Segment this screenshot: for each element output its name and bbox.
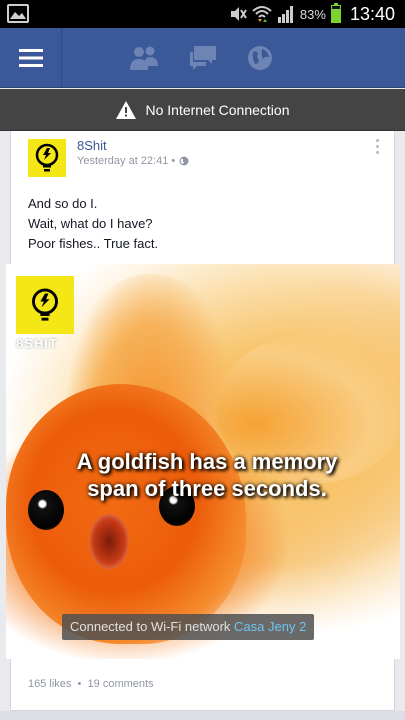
feed-bottom-edge	[0, 711, 405, 720]
wifi-toast: Connected to Wi-Fi network Casa Jeny 2	[62, 614, 315, 640]
story-stats[interactable]: 165 likes • 19 comments	[28, 678, 154, 690]
photo-logo-text: 8SHIT	[16, 336, 58, 351]
friend-requests-icon[interactable]	[128, 44, 160, 72]
lightbulb-logo-icon	[35, 143, 59, 172]
notifications-globe-icon[interactable]	[246, 44, 274, 72]
toast-network-name: Casa Jeny 2	[234, 619, 307, 634]
post-message: And so do I. Wait, what do I have? Poor …	[28, 194, 158, 254]
comments-count: 19 comments	[87, 678, 154, 690]
public-globe-icon	[179, 156, 189, 166]
photo-logo	[16, 276, 74, 334]
lightbulb-logo-icon	[32, 288, 58, 321]
page-avatar[interactable]	[28, 139, 66, 177]
status-bar: 83% 13:40	[0, 0, 405, 28]
menu-button[interactable]	[0, 28, 62, 88]
dot-icon	[376, 151, 379, 154]
mute-icon	[230, 7, 247, 21]
post-line: And so do I.	[28, 196, 98, 211]
post-line: Wait, what do I have?	[28, 216, 153, 231]
offline-text: No Internet Connection	[145, 101, 290, 118]
timestamp-text: Yesterday at 22:41 •	[77, 155, 176, 167]
caption-line: span of three seconds.	[87, 476, 327, 501]
clock: 13:40	[349, 3, 395, 24]
post-photo[interactable]: 8SHIT A goldfish has a memory span of th…	[6, 264, 400, 659]
post-line: Poor fishes.. True fact.	[28, 236, 159, 251]
likes-count: 165 likes	[28, 678, 72, 690]
toast-text: Connected to Wi-Fi network	[70, 619, 231, 634]
stats-separator: •	[77, 678, 82, 690]
messages-icon[interactable]	[188, 44, 218, 72]
dot-icon	[376, 139, 379, 142]
photo-caption: A goldfish has a memory span of three se…	[22, 448, 392, 502]
goldfish-mouth	[89, 514, 129, 569]
battery-percent: 83%	[299, 6, 326, 22]
wifi-icon	[252, 6, 272, 22]
warning-icon	[115, 100, 136, 119]
dot-icon	[376, 145, 379, 148]
battery-icon	[330, 3, 341, 23]
news-feed-story: 8Shit Yesterday at 22:41 • And so do I. …	[6, 131, 400, 711]
story-options-button[interactable]	[376, 139, 382, 154]
gallery-icon	[7, 4, 29, 23]
menu-icon	[18, 49, 43, 67]
offline-banner: No Internet Connection	[0, 89, 405, 131]
page-name-link[interactable]: 8Shit	[77, 138, 107, 153]
post-timestamp[interactable]: Yesterday at 22:41 •	[77, 155, 189, 167]
top-nav-bar	[0, 28, 405, 88]
signal-icon	[277, 6, 293, 23]
caption-line: A goldfish has a memory	[76, 449, 338, 474]
